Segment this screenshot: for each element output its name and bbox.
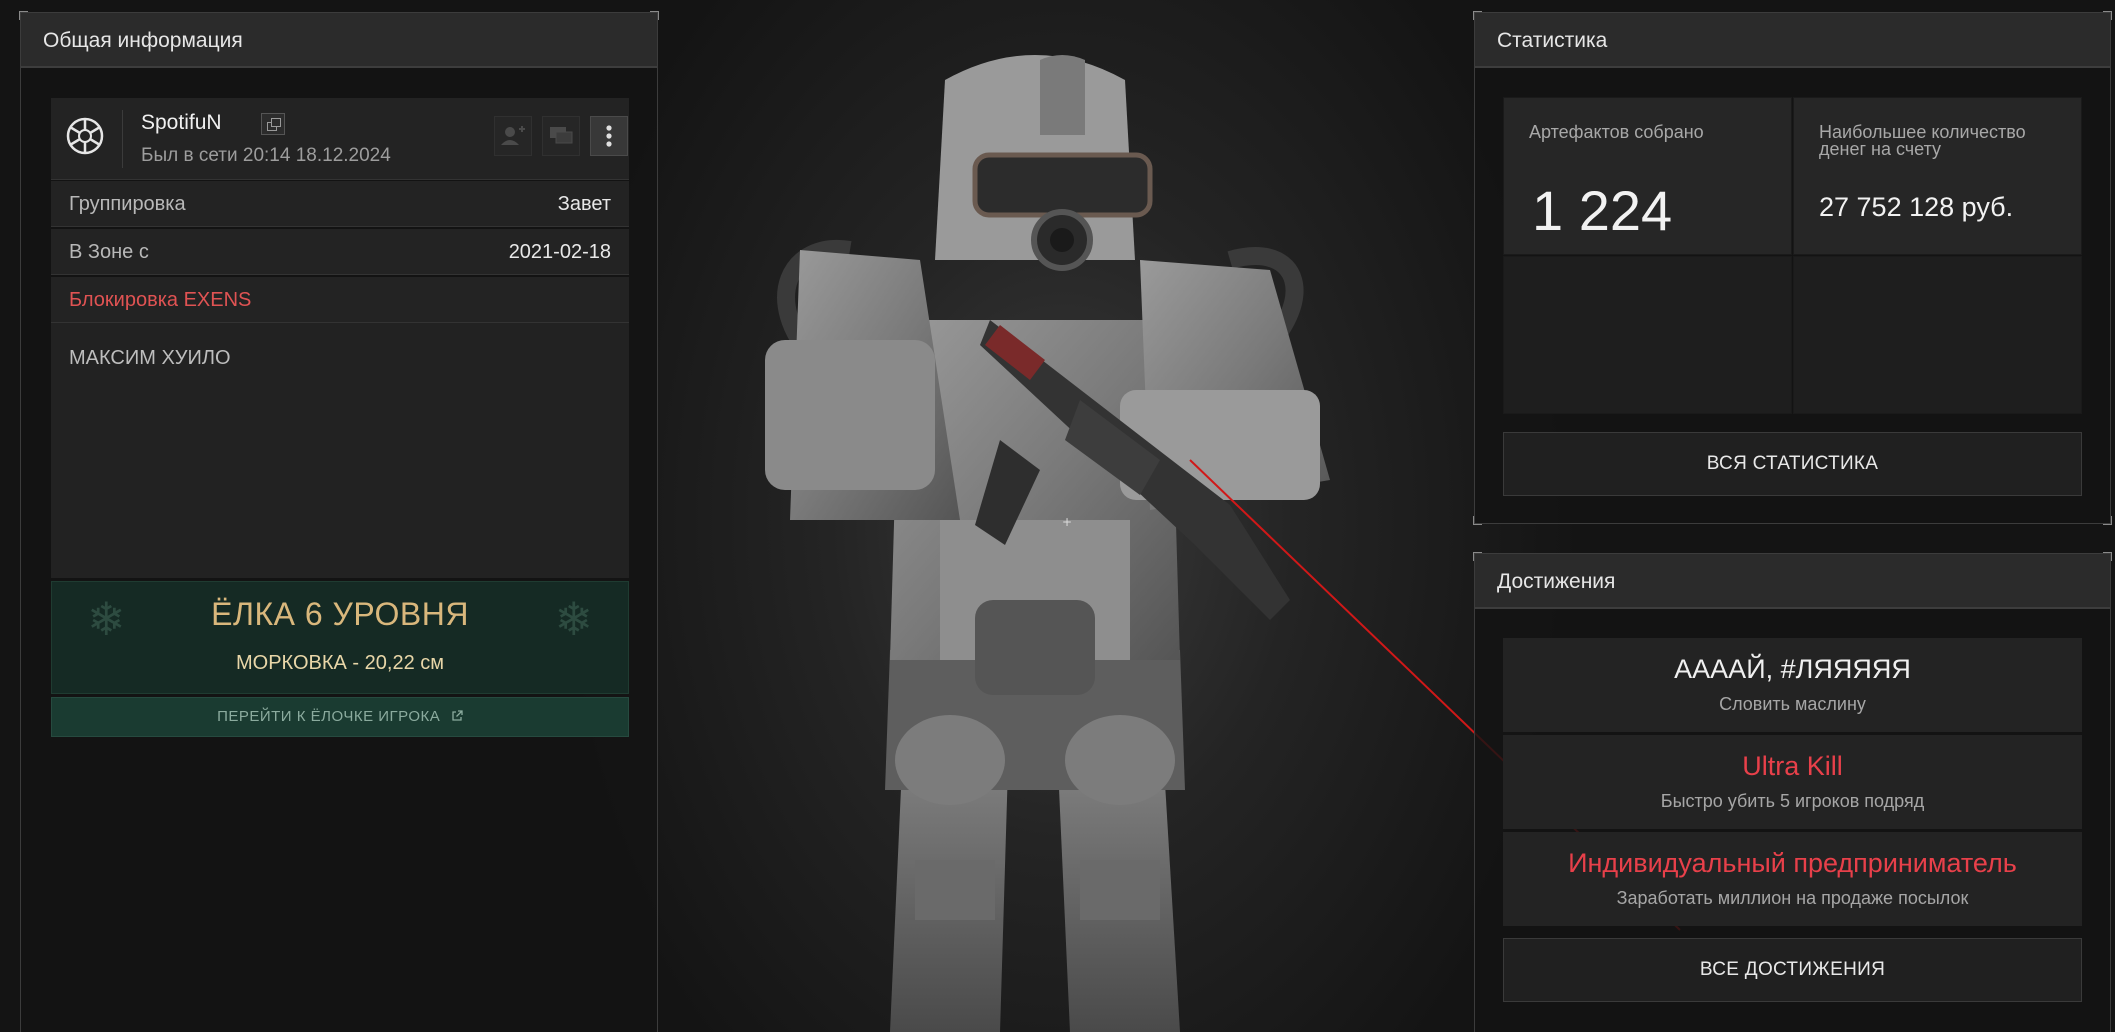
stat-cell-artifacts: Артефактов собрано 1 224 [1503, 97, 1792, 255]
all-statistics-button[interactable]: ВСЯ СТАТИСТИКА [1503, 432, 2082, 496]
add-friend-button[interactable] [494, 116, 532, 156]
external-link-icon [452, 710, 463, 721]
tree-level-title: ЁЛКА 6 УРОВНЯ [211, 596, 469, 632]
stat-label: Артефактов собрано [1529, 122, 1704, 142]
go-to-tree-button[interactable]: ПЕРЕЙТИ К ЁЛОЧКЕ ИГРОКА [51, 697, 629, 737]
faction-value: Завет [557, 193, 611, 215]
stat-cell-max-money: Наибольшее количество денег на счету 27 … [1793, 97, 2082, 255]
ban-label: Блокировка EXENS [69, 289, 252, 311]
more-vertical-icon [606, 125, 612, 147]
statistics-header: Статистика [1475, 13, 2110, 68]
last-seen: Был в сети 20:14 18.12.2024 [141, 145, 391, 166]
general-info-panel: Общая информация SpotifuN Был в сети 20:… [19, 11, 659, 1032]
achievement-desc: Быстро убить 5 игроков подряд [1660, 791, 1925, 811]
zone-since-row: В Зоне с 2021-02-18 [51, 229, 629, 275]
tree-card: ❄ ❄ ЁЛКА 6 УРОВНЯ МОРКОВКА - 20,22 см [51, 581, 629, 694]
achievement-item[interactable]: ААААЙ, #ЛЯЯЯЯЯ Словить маслину [1503, 638, 2082, 732]
svg-text:+: + [1062, 515, 1072, 529]
stat-value: 1 224 [1532, 179, 1673, 242]
copy-icon[interactable] [261, 113, 285, 135]
add-friend-icon [501, 126, 525, 145]
tree-subtitle: МОРКОВКА - 20,22 см [236, 652, 444, 674]
zone-since-label: В Зоне с [69, 241, 149, 263]
zone-since-value: 2021-02-18 [508, 241, 611, 263]
achievements-header: Достижения [1475, 554, 2110, 609]
achievement-desc: Словить маслину [1719, 694, 1866, 714]
more-menu-button[interactable] [590, 116, 628, 156]
achievement-item[interactable]: Ultra Kill Быстро убить 5 игроков подряд [1503, 735, 2082, 829]
status-box: МАКСИМ ХУИЛО [51, 323, 629, 578]
clan-logo-icon [66, 117, 104, 155]
achievements-panel: Достижения ААААЙ, #ЛЯЯЯЯЯ Словить маслин… [1473, 552, 2112, 1032]
divider [122, 110, 123, 168]
faction-row: Группировка Завет [51, 181, 629, 227]
stat-value: 27 752 128 руб. [1819, 192, 2014, 222]
stat-cell-empty [1503, 256, 1792, 414]
all-achievements-button[interactable]: ВСЕ ДОСТИЖЕНИЯ [1503, 938, 2082, 1002]
achievement-title: ААААЙ, #ЛЯЯЯЯЯ [1674, 654, 1911, 684]
message-icon [550, 127, 573, 144]
status-text: МАКСИМ ХУИЛО [69, 347, 231, 369]
achievement-item[interactable]: Индивидуальный предприниматель Заработат… [1503, 832, 2082, 926]
achievement-title: Ultra Kill [1742, 751, 1843, 781]
nickname[interactable]: SpotifuN [141, 111, 222, 135]
character-body [765, 55, 1330, 1032]
general-info-header: Общая информация [21, 13, 657, 68]
ban-row: Блокировка EXENS [51, 277, 629, 323]
user-card: SpotifuN Был в сети 20:14 18.12.2024 [51, 98, 629, 180]
achievement-desc: Заработать миллион на продаже посылок [1616, 888, 1969, 908]
faction-label: Группировка [69, 193, 186, 215]
go-to-tree-label: ПЕРЕЙТИ К ЁЛОЧКЕ ИГРОКА [217, 708, 441, 725]
stat-label: Наибольшее количество денег на счету [1819, 122, 2026, 159]
achievement-title: Индивидуальный предприниматель [1568, 848, 2017, 878]
message-button[interactable] [542, 116, 580, 156]
statistics-panel: Статистика Артефактов собрано 1 224 Наиб… [1473, 11, 2112, 525]
stat-cell-empty [1793, 256, 2082, 414]
